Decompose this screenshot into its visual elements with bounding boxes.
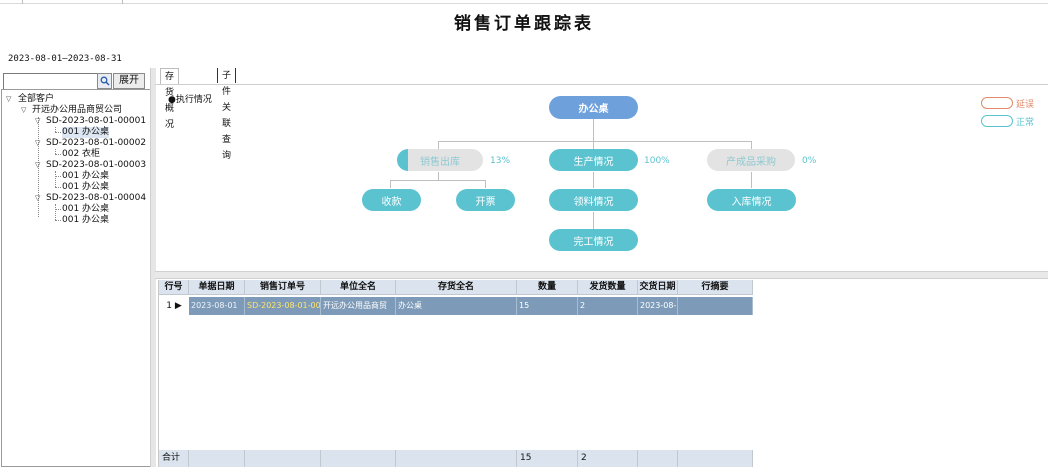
footer-label: 合计 <box>159 450 189 467</box>
collapse-icon[interactable]: ▽ <box>35 139 40 147</box>
progress-percent: 13% <box>490 156 511 166</box>
progress-percent: 0% <box>802 156 817 166</box>
tree-item[interactable]: 001 办公桌 <box>62 127 110 138</box>
tab-divider <box>155 84 1048 85</box>
legend-label-delayed: 延误 <box>1016 100 1035 110</box>
current-row-icon: ▶ <box>174 301 182 311</box>
row-number[interactable]: 1 ▶ <box>159 297 189 315</box>
collapse-icon[interactable]: ▽ <box>35 117 40 125</box>
expand-button[interactable]: 展开 <box>113 73 145 89</box>
customer-tree: ▽ 全部客户 ▽ 开远办公用品商贸公司 ▽ SD-2023-08-01-0000… <box>1 89 151 467</box>
search-button[interactable] <box>97 73 112 89</box>
column-header[interactable]: 发货数量 <box>578 280 638 295</box>
cell-date[interactable]: 2023-08-01 <box>189 297 245 315</box>
cell-delivery[interactable]: 2023-08- <box>638 297 678 315</box>
tree-order[interactable]: SD-2023-08-01-00002 <box>46 138 146 149</box>
section-label: ●执行情况 <box>168 95 212 105</box>
vertical-splitter[interactable] <box>150 68 156 467</box>
cell-unit[interactable]: 开远办公用品商贸 <box>321 297 396 315</box>
collapse-icon[interactable]: ▽ <box>35 161 40 169</box>
tree-root[interactable]: 全部客户 <box>18 94 54 105</box>
tree-order[interactable]: SD-2023-08-01-00001 <box>46 116 146 127</box>
tree-item[interactable]: 002 衣柜 <box>62 149 100 160</box>
cell-memo[interactable] <box>678 297 753 315</box>
column-header[interactable]: 数量 <box>517 280 578 295</box>
legend-swatch-normal <box>981 115 1013 127</box>
data-grid: 行号 单据日期 销售订单号 单位全名 存货全名 数量 发货数量 交货日期 行摘要… <box>158 280 753 467</box>
tree-item[interactable]: 001 办公桌 <box>62 182 109 193</box>
flow-node-sales-outbound[interactable]: 销售出库 <box>397 149 483 171</box>
tab-component-query[interactable]: 子件关联查询 <box>217 68 237 161</box>
cell-qty[interactable]: 15 <box>517 297 578 315</box>
tree-order[interactable]: SD-2023-08-01-00004 <box>46 193 146 204</box>
tree-item[interactable]: 001 办公桌 <box>62 215 109 226</box>
column-header[interactable]: 单据日期 <box>189 280 245 295</box>
tab-inventory-overview[interactable]: 存货概况 <box>160 68 180 130</box>
legend-label-normal: 正常 <box>1016 118 1035 128</box>
horizontal-splitter[interactable] <box>155 271 1048 279</box>
collapse-icon[interactable]: ▽ <box>21 106 26 114</box>
column-header[interactable]: 单位全名 <box>321 280 396 295</box>
column-header[interactable]: 行摘要 <box>678 280 753 295</box>
footer-shipped: 2 <box>578 450 638 467</box>
legend-swatch-delayed <box>981 97 1013 109</box>
search-icon <box>100 76 110 86</box>
flow-node-completion[interactable]: 完工情况 <box>549 229 638 251</box>
column-header[interactable]: 销售订单号 <box>245 280 321 295</box>
tree-item[interactable]: 001 办公桌 <box>62 204 109 215</box>
top-toolbar-strip <box>0 0 1048 4</box>
tree-item[interactable]: 001 办公桌 <box>62 171 109 182</box>
cell-item[interactable]: 办公桌 <box>396 297 517 315</box>
tree-customer[interactable]: 开远办公用品商贸公司 <box>32 105 122 116</box>
flow-node-root[interactable]: 办公桌 <box>549 96 638 119</box>
collapse-icon[interactable]: ▽ <box>6 95 11 103</box>
cell-order-no[interactable]: SD-2023-08-01-00 <box>245 297 321 315</box>
column-header[interactable]: 存货全名 <box>396 280 517 295</box>
flow-node-warehousing[interactable]: 入库情况 <box>707 189 796 211</box>
flow-node-purchase[interactable]: 产成品采购 <box>707 149 795 171</box>
page-title: 销售订单跟踪表 <box>454 14 594 34</box>
cell-shipped[interactable]: 2 <box>578 297 638 315</box>
flow-node-production[interactable]: 生产情况 <box>549 149 638 171</box>
column-header[interactable]: 交货日期 <box>638 280 678 295</box>
column-header[interactable]: 行号 <box>159 280 189 295</box>
progress-percent: 100% <box>644 156 670 166</box>
date-range: 2023-08-01—2023-08-31 <box>8 54 122 64</box>
footer-qty: 15 <box>517 450 578 467</box>
flow-node-material-pick[interactable]: 领料情况 <box>549 189 638 211</box>
tree-order[interactable]: SD-2023-08-01-00003 <box>46 160 146 171</box>
flow-node-invoice[interactable]: 开票 <box>456 189 515 211</box>
collapse-icon[interactable]: ▽ <box>35 194 40 202</box>
flow-node-receipt[interactable]: 收款 <box>362 189 421 211</box>
